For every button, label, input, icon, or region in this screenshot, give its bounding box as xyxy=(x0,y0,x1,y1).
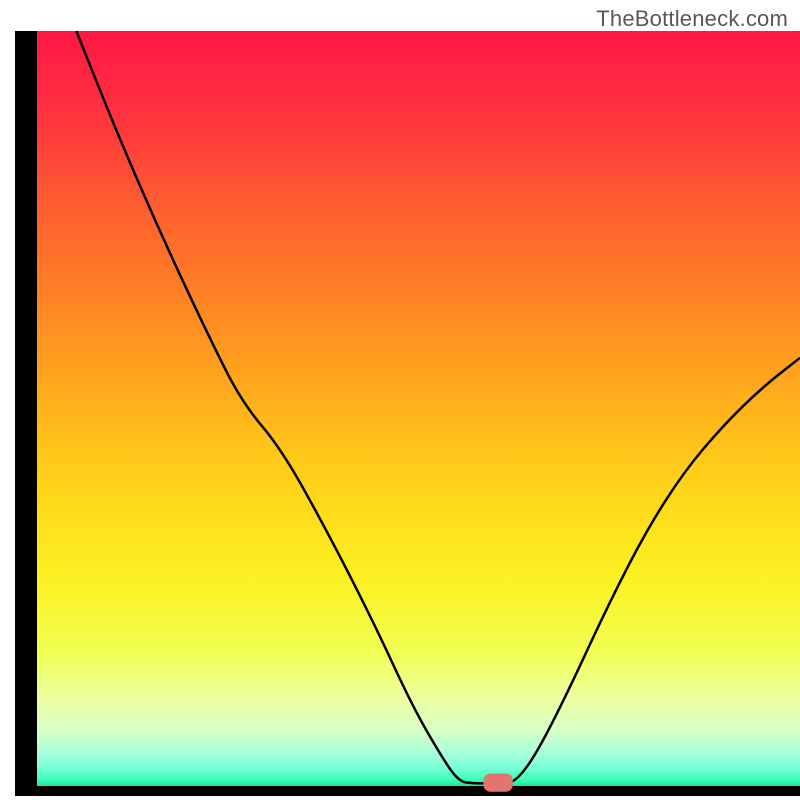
watermark-text: TheBottleneck.com xyxy=(596,6,788,32)
plot-background xyxy=(26,31,800,791)
valley-marker xyxy=(483,774,512,792)
bottleneck-chart: TheBottleneck.com xyxy=(0,0,800,800)
chart-svg xyxy=(0,0,800,800)
